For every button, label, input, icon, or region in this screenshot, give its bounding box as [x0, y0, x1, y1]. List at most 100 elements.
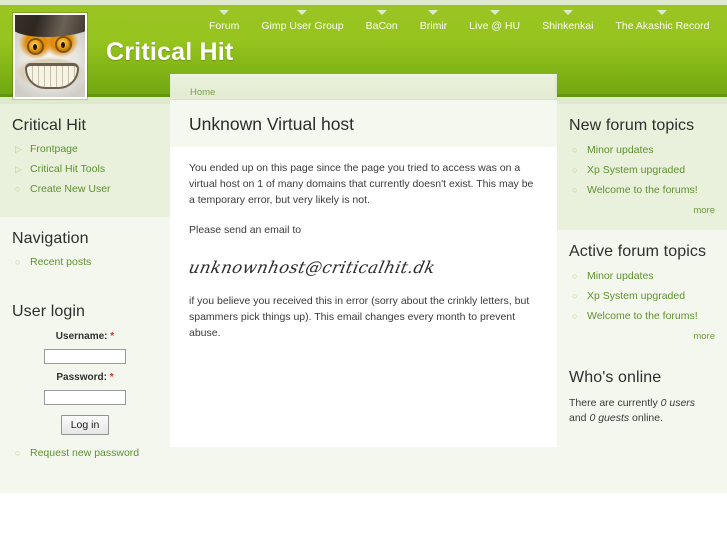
- logo-eye-right-icon: [57, 38, 70, 51]
- block-title: Navigation: [12, 230, 89, 247]
- sidebar-item-recent-posts[interactable]: ○ Recent posts: [12, 256, 158, 276]
- password-label: Password: *: [12, 372, 158, 383]
- sidebar-block-user-login: User login Username: * Password: * Log i…: [0, 290, 170, 481]
- body-paragraph-1: You ended up on this page since the page…: [189, 162, 534, 206]
- password-row: Password: *: [12, 372, 158, 405]
- nav-item-live-at-hu[interactable]: Live @ HU: [458, 10, 531, 36]
- password-input[interactable]: [44, 390, 126, 405]
- nav-item-the-akashic-record[interactable]: The Akashic Record: [604, 10, 720, 36]
- logo-grin-teeth-icon: [25, 63, 79, 89]
- sidebar-block-critical-hit: Critical Hit ▷ Frontpage ▷ Critical Hit …: [0, 104, 170, 217]
- caret-down-icon: [562, 10, 573, 15]
- more-link-new-forum-topics[interactable]: more: [569, 204, 715, 216]
- sidebar-item-frontpage[interactable]: ▷ Frontpage: [12, 143, 158, 163]
- nav-item-label: Live @ HU: [469, 20, 521, 32]
- content-body: You ended up on this page since the page…: [170, 147, 557, 447]
- circle-icon: ○: [572, 291, 578, 301]
- sidebar-item-create-new-user[interactable]: ○ Create New User: [12, 183, 158, 203]
- required-asterisk: *: [109, 372, 114, 383]
- page-title: Unknown Virtual host: [189, 114, 355, 134]
- sidebar-item-label[interactable]: Frontpage: [30, 143, 78, 155]
- content-header: Unknown Virtual host: [170, 99, 557, 147]
- list-item[interactable]: ○ Xp System upgraded: [569, 290, 715, 310]
- breadcrumb: Home: [170, 74, 557, 100]
- site-logo-cat-icon[interactable]: [13, 13, 87, 99]
- breadcrumb-item-home[interactable]: Home: [190, 87, 215, 98]
- nav-item-label: BaCon: [365, 20, 398, 32]
- nav-item-label: Shinkenkai: [542, 20, 594, 32]
- circle-icon: ○: [15, 184, 21, 194]
- sidebar-block-whos-online: Who's online There are currently 0 users…: [557, 356, 727, 440]
- login-form: Username: * Password: * Log in ○ Request…: [12, 329, 158, 467]
- block-title: Critical Hit: [12, 117, 87, 134]
- list-item[interactable]: ○ Xp System upgraded: [569, 164, 715, 184]
- menu-active-forum-topics: ○ Minor updates ○ Xp System upgraded ○ W…: [569, 270, 715, 330]
- menu-new-forum-topics: ○ Minor updates ○ Xp System upgraded ○ W…: [569, 144, 715, 204]
- circle-icon: ○: [572, 145, 578, 155]
- site-title: Critical Hit: [106, 38, 234, 66]
- nav-item-forum[interactable]: Forum: [198, 10, 250, 36]
- sidebar-item-label[interactable]: Recent posts: [30, 256, 91, 268]
- caret-down-icon: [219, 10, 230, 15]
- list-item[interactable]: ○ Welcome to the forums!: [569, 184, 715, 204]
- caret-down-icon: [489, 10, 500, 15]
- footer-whitespace: [0, 493, 727, 545]
- list-item[interactable]: ○ Minor updates: [569, 270, 715, 290]
- sidebar-right: New forum topics ○ Minor updates ○ Xp Sy…: [557, 104, 727, 440]
- username-input[interactable]: [44, 349, 126, 364]
- caret-down-icon: [428, 10, 439, 15]
- menu-critical-hit: ▷ Frontpage ▷ Critical Hit Tools ○ Creat…: [12, 143, 158, 203]
- list-item[interactable]: ○ Minor updates: [569, 144, 715, 164]
- nav-item-shinkenkai[interactable]: Shinkenkai: [531, 10, 604, 36]
- topic-link[interactable]: Minor updates: [587, 270, 654, 282]
- caret-down-icon: [376, 10, 387, 15]
- log-in-button[interactable]: Log in: [60, 415, 110, 435]
- sidebar-item-label[interactable]: Request new password: [30, 447, 139, 459]
- primary-navigation: Forum Gimp User Group BaCon Brimir Live …: [198, 10, 720, 36]
- username-label: Username: *: [12, 331, 158, 342]
- caret-down-icon: [297, 10, 308, 15]
- topic-link[interactable]: Welcome to the forums!: [587, 184, 698, 196]
- online-text-middle: and: [569, 412, 590, 424]
- main-content: Home Unknown Virtual host You ended up o…: [170, 74, 557, 447]
- block-title: New forum topics: [569, 117, 695, 134]
- topic-link[interactable]: Minor updates: [587, 144, 654, 156]
- triangle-right-icon: ▷: [15, 144, 22, 154]
- sidebar-item-label[interactable]: Critical Hit Tools: [30, 163, 105, 175]
- nav-item-label: Forum: [209, 20, 240, 32]
- circle-icon: ○: [572, 271, 578, 281]
- block-title: Who's online: [569, 369, 662, 386]
- page-root: Critical Hit Forum Gimp User Group BaCon…: [0, 0, 727, 545]
- username-row: Username: *: [12, 331, 158, 364]
- online-users-count: 0 users: [660, 397, 696, 409]
- block-title: Active forum topics: [569, 243, 707, 260]
- more-link-active-forum-topics[interactable]: more: [569, 330, 715, 342]
- password-label-text: Password:: [56, 372, 107, 383]
- nav-item-label: Gimp User Group: [261, 20, 344, 32]
- topic-link[interactable]: Xp System upgraded: [587, 290, 685, 302]
- sidebar-item-label[interactable]: Create New User: [30, 183, 111, 195]
- online-text-suffix: online.: [629, 412, 663, 424]
- sidebar-block-new-forum-topics: New forum topics ○ Minor updates ○ Xp Sy…: [557, 104, 727, 230]
- logo-eye-left-icon: [29, 40, 42, 53]
- logo-pupil-right: [61, 42, 65, 48]
- menu-navigation: ○ Recent posts: [12, 256, 158, 276]
- body-paragraph-3: if you believe you received this in erro…: [189, 295, 530, 339]
- sidebar-item-request-new-password[interactable]: ○ Request new password: [12, 447, 158, 467]
- topic-link[interactable]: Welcome to the forums!: [587, 310, 698, 322]
- topic-link[interactable]: Xp System upgraded: [587, 164, 685, 176]
- whos-online-text: There are currently 0 users and 0 guests…: [569, 396, 715, 426]
- caret-down-icon: [657, 10, 668, 15]
- sidebar-item-critical-hit-tools[interactable]: ▷ Critical Hit Tools: [12, 163, 158, 183]
- list-item[interactable]: ○ Welcome to the forums!: [569, 310, 715, 330]
- circle-icon: ○: [15, 257, 21, 267]
- nav-item-bacon[interactable]: BaCon: [355, 10, 409, 36]
- username-label-text: Username:: [55, 331, 108, 342]
- circle-icon: ○: [572, 311, 578, 321]
- nav-item-gimp-user-group[interactable]: Gimp User Group: [250, 10, 354, 36]
- required-asterisk: *: [110, 331, 115, 342]
- nav-item-brimir[interactable]: Brimir: [409, 10, 458, 36]
- circle-icon: ○: [572, 185, 578, 195]
- online-guests-count: 0 guests: [589, 412, 630, 424]
- body-paragraph-2: Please send an email to: [189, 224, 302, 236]
